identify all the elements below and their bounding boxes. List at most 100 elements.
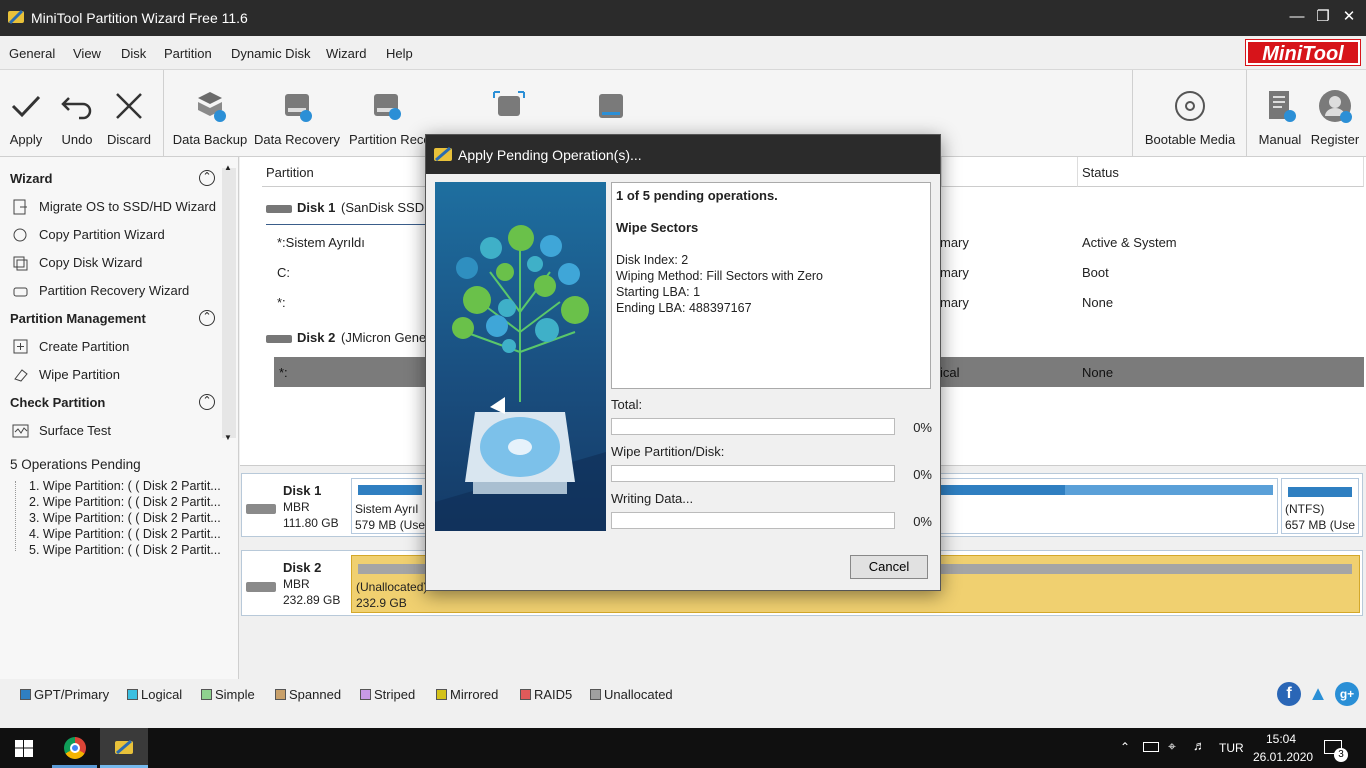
legend-gpt-primary: GPT/Primary [20,687,109,702]
undo-button[interactable]: Undo [54,70,100,156]
menu-bar: General View Disk Partition Dynamic Disk… [0,36,1366,70]
pending-op-item[interactable]: 3. Wipe Partition: ( ( Disk 2 Partit... [29,511,221,525]
disk2-row-label[interactable]: Disk 2 [297,330,335,345]
discard-button[interactable]: Discard [104,70,154,156]
sidebar-scrollbar[interactable] [222,168,236,438]
undo-label: Undo [61,132,93,147]
pending-op-item[interactable]: 4. Wipe Partition: ( ( Disk 2 Partit... [29,527,221,541]
collapse-wizard-button[interactable]: ⌃ [199,170,215,186]
register-button[interactable]: Register [1308,70,1362,156]
cancel-button[interactable]: Cancel [850,555,928,579]
wipe-partition-item[interactable]: Wipe Partition [39,367,120,382]
wifi-icon[interactable]: ⌖ [1168,738,1176,755]
partition-row-name[interactable]: *: [277,295,286,310]
partition-row-name[interactable]: C: [277,265,290,280]
facebook-icon[interactable]: f [1277,682,1301,706]
menu-dynamic-disk[interactable]: Dynamic Disk [231,46,310,61]
wizard-item-migrate-os[interactable]: Migrate OS to SSD/HD Wizard [39,199,216,214]
cd-icon [1175,91,1205,121]
legend-spanned: Spanned [275,687,341,702]
wipe-progress-label: Wipe Partition/Disk: [611,444,725,459]
legend-swatch [436,689,447,700]
close-button[interactable]: ✕ [1326,0,1366,36]
wipe-progress-percent: 0% [913,467,932,482]
menu-disk[interactable]: Disk [121,46,146,61]
partition-recovery-icon [13,287,28,297]
legend-simple: Simple [201,687,255,702]
scroll-up-arrow-icon[interactable]: ▲ [224,163,232,172]
disk-drive-icon [246,582,276,592]
create-partition-item[interactable]: Create Partition [39,339,129,354]
disk2-map-style: MBR [283,577,310,591]
pending-operations-title: 5 Operations Pending [10,457,141,472]
disk-icon [266,335,292,343]
partition-row-name[interactable]: *:Sistem Ayrıldı [277,235,365,250]
app-icon [6,7,26,27]
volume-icon[interactable]: ♬ [1193,738,1206,753]
partition-row-name[interactable]: *: [279,365,288,380]
menu-view[interactable]: View [73,46,101,61]
partition-row-type: mary [940,265,969,280]
scroll-down-arrow-icon[interactable]: ▼ [224,433,232,442]
pending-op-item[interactable]: 1. Wipe Partition: ( ( Disk 2 Partit... [29,479,221,493]
minitool-taskbar-button[interactable] [100,728,148,768]
wizard-item-copy-partition[interactable]: Copy Partition Wizard [39,227,165,242]
minitool-taskbar-icon [115,739,133,755]
dialog-title-bar[interactable]: Apply Pending Operation(s)... [426,135,940,174]
battery-icon[interactable] [1143,742,1159,752]
google-plus-icon[interactable]: g+ [1335,682,1359,706]
window-title: MiniTool Partition Wizard Free 11.6 [31,10,248,26]
bootable-media-button[interactable]: Bootable Media [1142,70,1238,156]
tray-chevron-icon[interactable]: ⌃ [1120,740,1130,754]
partition-row-type: ical [940,365,960,380]
writing-data-progress-bar [611,512,895,529]
clock-time[interactable]: 15:04 [1266,732,1296,746]
disk2-map-name: Disk 2 [283,560,322,575]
partition-row-type: mary [940,235,969,250]
disk1-partition-block[interactable] [940,478,1278,534]
surface-test-icon [12,424,29,438]
pending-op-item[interactable]: 5. Wipe Partition: ( ( Disk 2 Partit... [29,543,221,557]
writing-data-label: Writing Data... [611,491,694,506]
pending-op-item[interactable]: 2. Wipe Partition: ( ( Disk 2 Partit... [29,495,221,509]
partition-recovery-button[interactable]: Partition Reco [346,70,431,156]
legend-label: GPT/Primary [34,687,110,702]
column-header-type[interactable] [942,157,1078,187]
data-backup-button[interactable]: Data Backup [172,70,248,156]
manual-button[interactable]: Manual [1254,70,1306,156]
collapse-partition-management-button[interactable]: ⌃ [199,310,215,326]
wizard-item-partition-recovery[interactable]: Partition Recovery Wizard [39,283,189,298]
dialog-title: Apply Pending Operation(s)... [458,147,642,163]
user-icon [1319,90,1352,123]
disk1-map-size: 111.80 GB [283,516,339,530]
operation-info-box: 1 of 5 pending operations. Wipe Sectors … [611,182,931,389]
disk1-row-label[interactable]: Disk 1 [297,200,335,215]
clock-date[interactable]: 26.01.2020 [1253,750,1313,764]
checkmark-icon [11,95,41,118]
menu-general[interactable]: General [9,46,55,61]
wizard-item-copy-disk[interactable]: Copy Disk Wizard [39,255,142,270]
apply-button[interactable]: Apply [3,70,49,156]
windows-start-icon[interactable] [15,740,33,757]
surface-test-item[interactable]: Surface Test [39,423,111,438]
disk2-row-desc: (JMicron Gener [341,330,431,345]
toolbar-separator [1246,70,1247,156]
chrome-taskbar-icon[interactable] [64,737,86,759]
operation-progress-headline: 1 of 5 pending operations. [616,188,778,203]
input-language[interactable]: TUR [1219,741,1244,755]
data-recovery-button[interactable]: Data Recovery [254,70,340,156]
manual-label: Manual [1258,132,1302,147]
column-header-status[interactable]: Status [1078,157,1364,187]
eraser-icon [14,369,28,382]
total-progress-percent: 0% [913,420,932,435]
notification-count-badge: 3 [1334,748,1348,762]
menu-partition[interactable]: Partition [164,46,212,61]
twitter-icon[interactable]: ▲ [1306,682,1330,706]
menu-help[interactable]: Help [386,46,413,61]
collapse-check-partition-button[interactable]: ⌃ [199,394,215,410]
migrate-icon [13,199,27,215]
menu-wizard[interactable]: Wizard [326,46,366,61]
discard-label: Discard [106,132,152,147]
toolbar-separator [163,70,164,156]
wipe-progress-bar [611,465,895,482]
